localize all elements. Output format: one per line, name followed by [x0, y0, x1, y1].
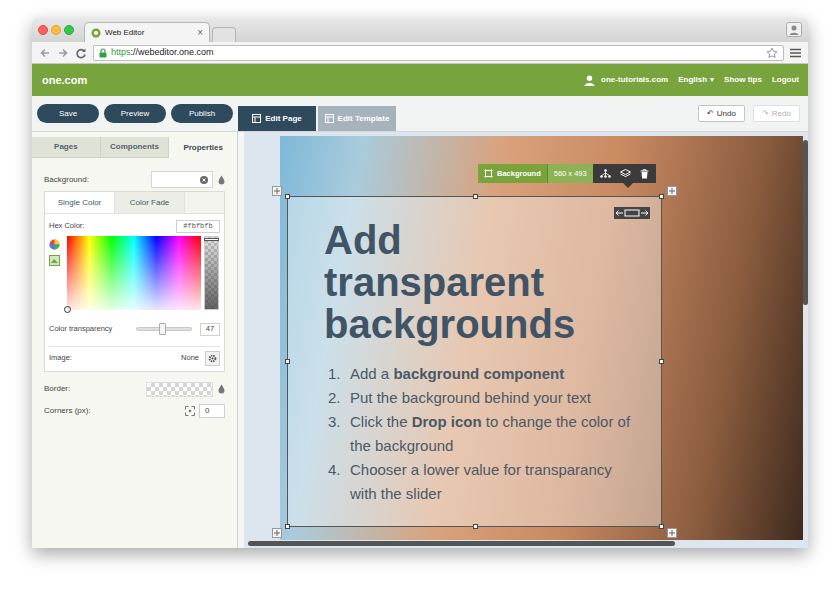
hierarchy-icon[interactable] — [600, 169, 611, 178]
back-icon[interactable] — [39, 47, 51, 59]
fill-tab[interactable]: Single Color — [45, 192, 115, 213]
plus-marker-icon[interactable] — [272, 186, 282, 196]
page-icon — [252, 114, 261, 123]
transparency-label: Color transparency — [49, 323, 112, 334]
component-label[interactable]: Background — [478, 164, 548, 183]
redo-button[interactable]: ↷Redo — [753, 105, 800, 122]
background-component[interactable]: Add transparent backgrounds 1. Add a bac… — [287, 196, 662, 527]
transparency-slider[interactable] — [136, 327, 192, 331]
url-host: ://webeditor.one.com — [131, 47, 214, 57]
reload-icon[interactable] — [75, 47, 87, 59]
drop-icon[interactable] — [218, 175, 225, 185]
close-window-icon[interactable] — [38, 25, 48, 35]
tab-close[interactable]: × — [197, 28, 203, 38]
publish-button[interactable]: Publish — [171, 104, 233, 123]
plus-marker-icon[interactable] — [667, 528, 677, 538]
color-wheel-icon[interactable] — [49, 239, 60, 250]
clear-icon[interactable] — [200, 176, 208, 184]
image-label: Image: — [49, 352, 72, 363]
hero-photo: Background 560 x 493 — [280, 136, 803, 540]
fill-card: Single Color Color Fade Hex Color: #fbfb… — [44, 191, 225, 372]
tab-strip: Web Editor × — [32, 18, 808, 42]
layers-icon[interactable] — [620, 169, 631, 178]
alpha-strip[interactable] — [204, 236, 219, 310]
border-swatch[interactable] — [146, 382, 213, 397]
language-label: English — [678, 74, 707, 86]
component-size: 560 x 493 — [548, 164, 593, 183]
heading: Add transparent backgrounds — [324, 219, 614, 345]
step-item: 1. Add a background component — [324, 362, 661, 386]
plus-marker-icon[interactable] — [272, 528, 282, 538]
background-label: Background: — [44, 174, 89, 186]
hex-label: Hex Color: — [49, 220, 84, 231]
panel-tab[interactable]: Properties — [169, 137, 237, 158]
person-icon — [584, 75, 595, 86]
drop-icon[interactable] — [218, 384, 225, 394]
panel-tab[interactable]: Components — [101, 137, 170, 158]
panel-tab[interactable]: Pages — [32, 137, 101, 158]
language-menu[interactable]: English▾ — [678, 74, 714, 86]
undo-button[interactable]: ↶Undo — [698, 105, 745, 122]
url-scheme: https — [111, 47, 131, 57]
gear-icon — [208, 354, 217, 363]
component-toolbar: Background 560 x 493 — [478, 164, 656, 183]
corners-icon — [185, 406, 195, 416]
image-button[interactable] — [205, 351, 220, 366]
browser-window: Web Editor × https://webeditor.one.com o… — [32, 18, 808, 548]
editor-toolbar: Save Preview Publish Edit Page Edit Temp… — [32, 96, 808, 132]
image-value: None — [181, 352, 199, 363]
lock-icon — [99, 48, 107, 58]
trash-icon[interactable] — [640, 169, 649, 179]
minimize-window-icon[interactable] — [51, 25, 61, 35]
site-header: one.com one-tutorials.com English▾ Show … — [32, 64, 808, 96]
step-item: 3. Click the Drop icon to change the col… — [324, 410, 661, 458]
show-tips-link[interactable]: Show tips — [724, 74, 762, 86]
slider-thumb[interactable] — [159, 323, 166, 335]
logout-link[interactable]: Logout — [772, 74, 799, 86]
plus-marker-icon[interactable] — [667, 186, 677, 196]
logo[interactable]: one.com — [42, 72, 87, 89]
step-item: 2. Put the background behind your text — [324, 386, 661, 410]
hex-input[interactable]: #fbfbfb — [176, 220, 220, 233]
template-icon — [325, 114, 334, 123]
transparency-input[interactable]: 47 — [200, 323, 220, 336]
steps-list: 1. Add a background component 2. Put the… — [324, 362, 661, 506]
step-item: 4. Chooser a lower value for transparanc… — [324, 458, 661, 506]
resize-icon[interactable] — [614, 207, 650, 219]
save-button[interactable]: Save — [37, 104, 99, 123]
favicon-icon — [91, 28, 101, 38]
color-gradient[interactable] — [67, 236, 201, 310]
vertical-scrollbar[interactable] — [803, 140, 808, 305]
page-canvas: Background 560 x 493 — [238, 132, 808, 548]
mode-tab[interactable]: Edit Page — [238, 106, 316, 131]
swatches-icon[interactable] — [49, 255, 60, 266]
corners-label: Corners (px): — [44, 405, 91, 417]
language-caret: ▾ — [710, 74, 714, 86]
account-link[interactable]: one-tutorials.com — [601, 74, 668, 86]
horizontal-scrollbar[interactable] — [248, 541, 675, 546]
user-icon[interactable] — [786, 22, 802, 37]
corners-input[interactable]: 0 — [199, 404, 225, 418]
tab-title: Web Editor — [105, 27, 144, 39]
preview-button[interactable]: Preview — [104, 104, 166, 123]
new-tab[interactable] — [212, 27, 236, 42]
zoom-window-icon[interactable] — [64, 25, 74, 35]
star-icon[interactable] — [766, 47, 778, 59]
background-icon — [484, 169, 493, 178]
menu-icon[interactable] — [790, 48, 801, 58]
fill-tab[interactable]: Color Fade — [115, 192, 185, 213]
address-bar: https://webeditor.one.com — [32, 42, 808, 64]
browser-tab[interactable]: Web Editor × — [84, 22, 210, 42]
border-label: Border: — [44, 383, 70, 395]
mode-tab[interactable]: Edit Template — [318, 106, 396, 131]
url-field[interactable]: https://webeditor.one.com — [93, 45, 784, 61]
properties-panel: Pages Components Properties Background: … — [32, 132, 238, 548]
background-field[interactable] — [151, 171, 213, 188]
forward-icon[interactable] — [57, 47, 69, 59]
